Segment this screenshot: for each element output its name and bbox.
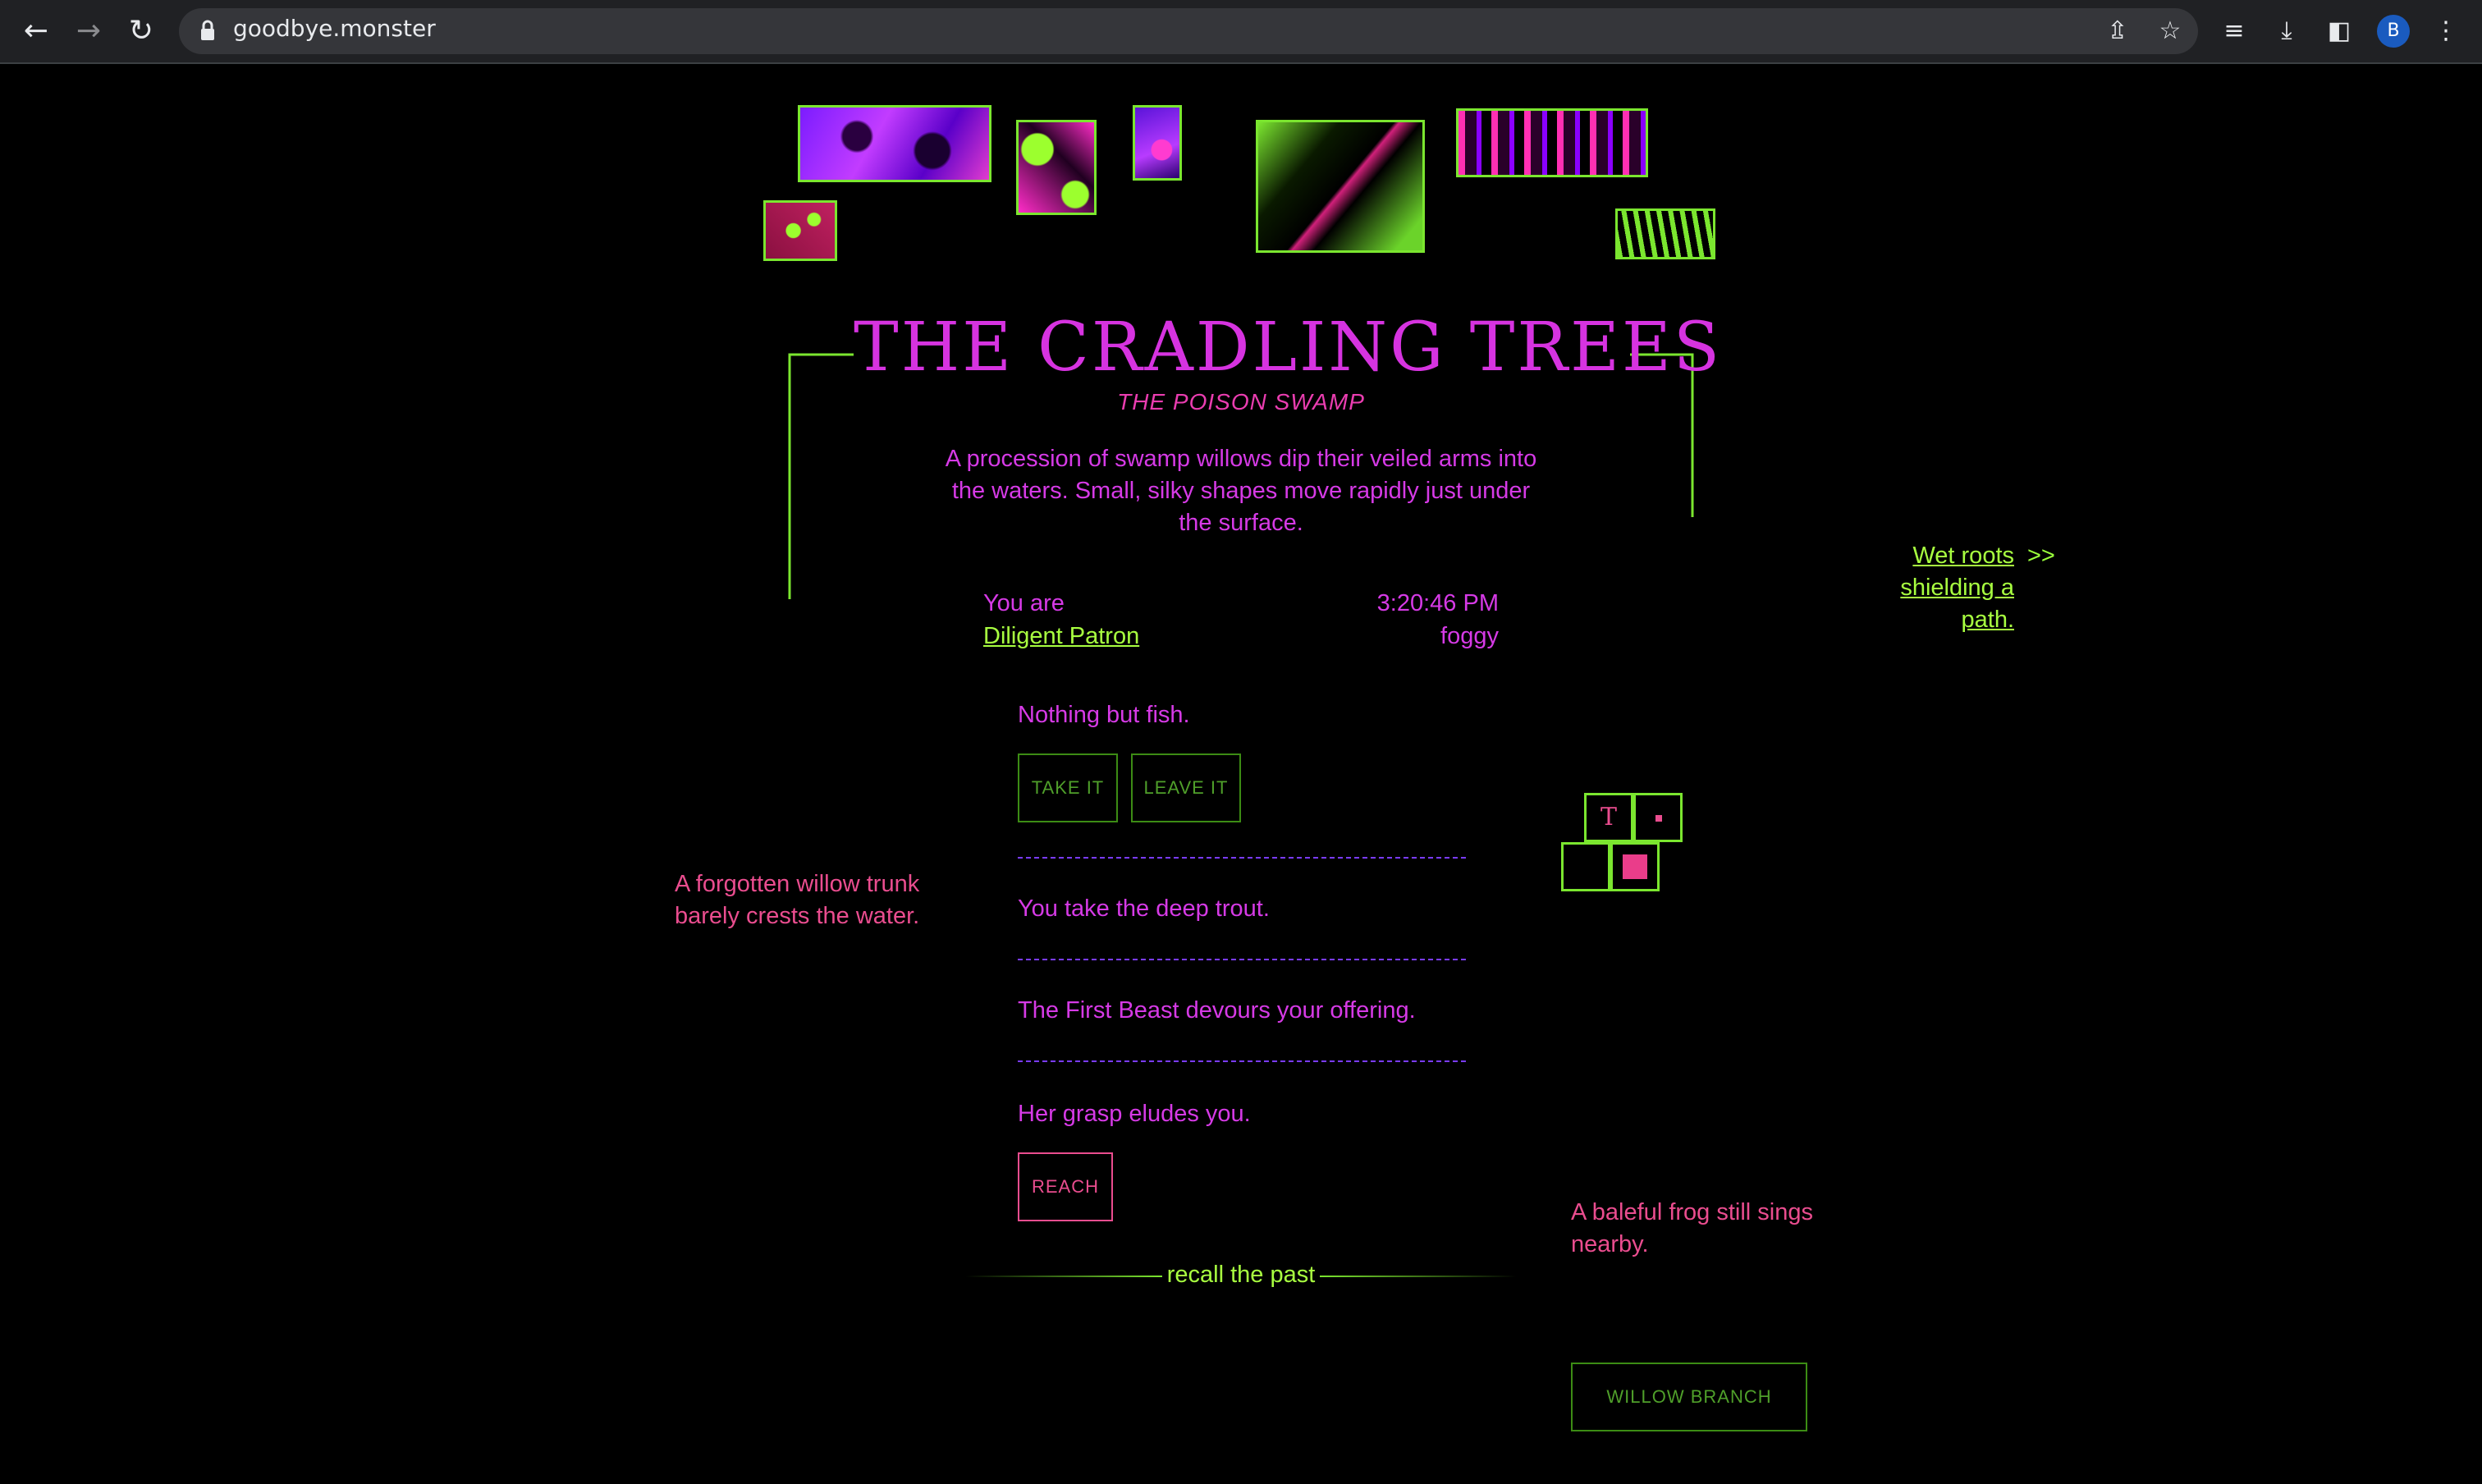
left-side-note: A forgotten willow trunk barely crests t… bbox=[675, 871, 920, 929]
profile-avatar[interactable]: B bbox=[2377, 15, 2410, 48]
minimap-cell-current[interactable] bbox=[1610, 842, 1660, 891]
event-text: Nothing but fish. bbox=[1018, 702, 1190, 728]
page-title: THE CRADLING TREES bbox=[854, 309, 1723, 387]
recall-line-left bbox=[965, 1276, 1162, 1277]
minimap-cell[interactable] bbox=[1561, 842, 1610, 891]
event-divider bbox=[1018, 1060, 1466, 1062]
bookmark-star-icon[interactable]: ☆ bbox=[2154, 15, 2187, 48]
forward-arrow-icon[interactable]: → bbox=[69, 11, 108, 51]
event-text: The First Beast devours your offering. bbox=[1018, 997, 1416, 1024]
willow-branch-button[interactable]: WILLOW BRANCH bbox=[1571, 1363, 1807, 1431]
swamp-art-thumbnail-1 bbox=[798, 105, 991, 182]
page-subtitle: THE POISON SWAMP bbox=[1117, 389, 1365, 415]
event-text: You take the deep trout. bbox=[1018, 895, 1270, 922]
lock-icon bbox=[201, 20, 214, 40]
swamp-art-thumbnail-5 bbox=[1456, 108, 1648, 177]
exit-path-link[interactable]: Wet roots shielding a path. bbox=[1842, 540, 2014, 636]
reading-list-icon[interactable]: ≡ bbox=[2218, 15, 2251, 48]
take-it-button[interactable]: TAKE IT bbox=[1018, 753, 1118, 822]
download-icon[interactable]: ⤓ bbox=[2270, 15, 2303, 48]
swamp-art-thumbnail-3 bbox=[1133, 105, 1182, 181]
side-panel-icon[interactable]: ◧ bbox=[2323, 15, 2356, 48]
minimap-player-marker bbox=[1623, 854, 1647, 879]
share-icon[interactable]: ⇫ bbox=[2101, 15, 2134, 48]
event-divider bbox=[1018, 959, 1466, 960]
exit-arrow-icon[interactable]: >> bbox=[2027, 540, 2055, 572]
recall-past-link[interactable]: recall the past bbox=[1165, 1259, 1317, 1291]
weather-status: foggy bbox=[1440, 623, 1499, 649]
swamp-art-thumbnail-2 bbox=[1016, 120, 1097, 215]
swamp-art-thumbnail-7 bbox=[1615, 208, 1715, 259]
you-are-label: You are bbox=[983, 590, 1065, 616]
event-divider bbox=[1018, 857, 1466, 859]
leave-it-button[interactable]: LEAVE IT bbox=[1131, 753, 1241, 822]
back-arrow-icon[interactable]: ← bbox=[16, 11, 56, 51]
address-bar[interactable] bbox=[179, 8, 2198, 54]
right-side-note: A baleful frog still sings nearby. bbox=[1571, 1199, 1813, 1257]
url-text[interactable]: goodbye.monster bbox=[233, 15, 436, 42]
reload-icon[interactable]: ↻ bbox=[121, 11, 161, 51]
swamp-art-thumbnail-6 bbox=[763, 200, 837, 261]
minimap-cell-marker[interactable]: T bbox=[1584, 793, 1633, 842]
menu-kebab-icon[interactable]: ⋮ bbox=[2429, 15, 2462, 48]
exit-link-line2[interactable]: shielding a path. bbox=[1900, 575, 2014, 633]
reach-button[interactable]: REACH bbox=[1018, 1152, 1113, 1221]
swamp-art-thumbnail-4 bbox=[1256, 120, 1425, 253]
exit-link-line1[interactable]: Wet roots bbox=[1912, 543, 2014, 569]
player-name-link[interactable]: Diligent Patron bbox=[983, 621, 1139, 653]
browser-toolbar: ← → ↻ goodbye.monster ⇫ ☆ ≡ ⤓ ◧ B ⋮ bbox=[0, 0, 2482, 64]
clock-time: 3:20:46 PM bbox=[1376, 590, 1499, 616]
event-text: Her grasp eludes you. bbox=[1018, 1101, 1251, 1127]
minimap-cell[interactable] bbox=[1633, 793, 1683, 842]
recall-line-right bbox=[1320, 1276, 1517, 1277]
minimap-dot bbox=[1655, 815, 1662, 822]
location-description: A procession of swamp willows dip their … bbox=[945, 446, 1537, 536]
